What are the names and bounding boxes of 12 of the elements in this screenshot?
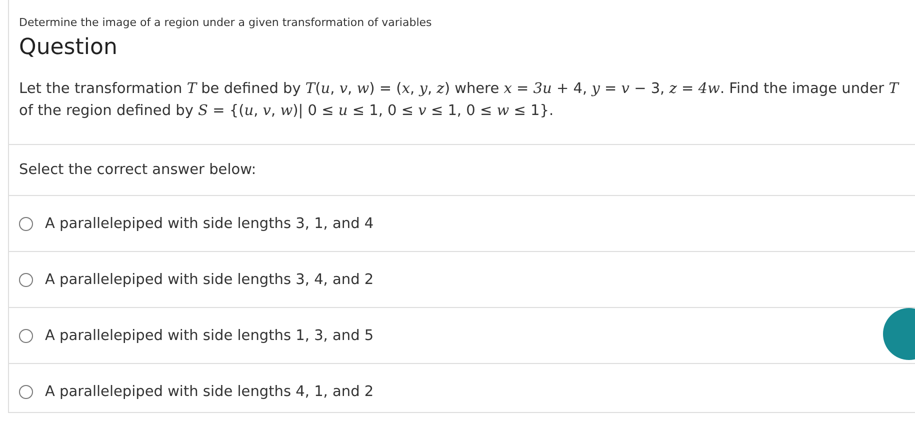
question-text: Let the transformation T be defined by T(u, v, w) = (x, y, z) where x = 3u + 4, y = v − 3, z = 4w. Find the image under T of the region defined by S = {(u, v, w)| 0 ≤ u ≤ 1, 0 ≤ v ≤ 1, 0 ≤ w ≤ 1}. (19, 80, 900, 121)
radio-button[interactable] (19, 328, 33, 342)
breadcrumb-text: Determine the image of a region under a given transformation of variables (19, 16, 433, 29)
answer-option[interactable]: A parallelepiped with side lengths 3, 1, and 4 (45, 216, 374, 232)
answer-option[interactable]: A parallelepiped with side lengths 1, 3, and 5 (45, 328, 374, 344)
radio-button[interactable] (19, 272, 33, 286)
question-heading: Question (19, 35, 118, 60)
prompt-text: Select the correct answer below: (9, 145, 915, 196)
answer-option[interactable]: A parallelepiped with side lengths 4, 1, and 2 (45, 384, 374, 400)
radio-button[interactable] (19, 384, 33, 398)
radio-button[interactable] (19, 216, 33, 230)
answer-option[interactable]: A parallelepiped with side lengths 3, 4, and 2 (45, 272, 374, 288)
